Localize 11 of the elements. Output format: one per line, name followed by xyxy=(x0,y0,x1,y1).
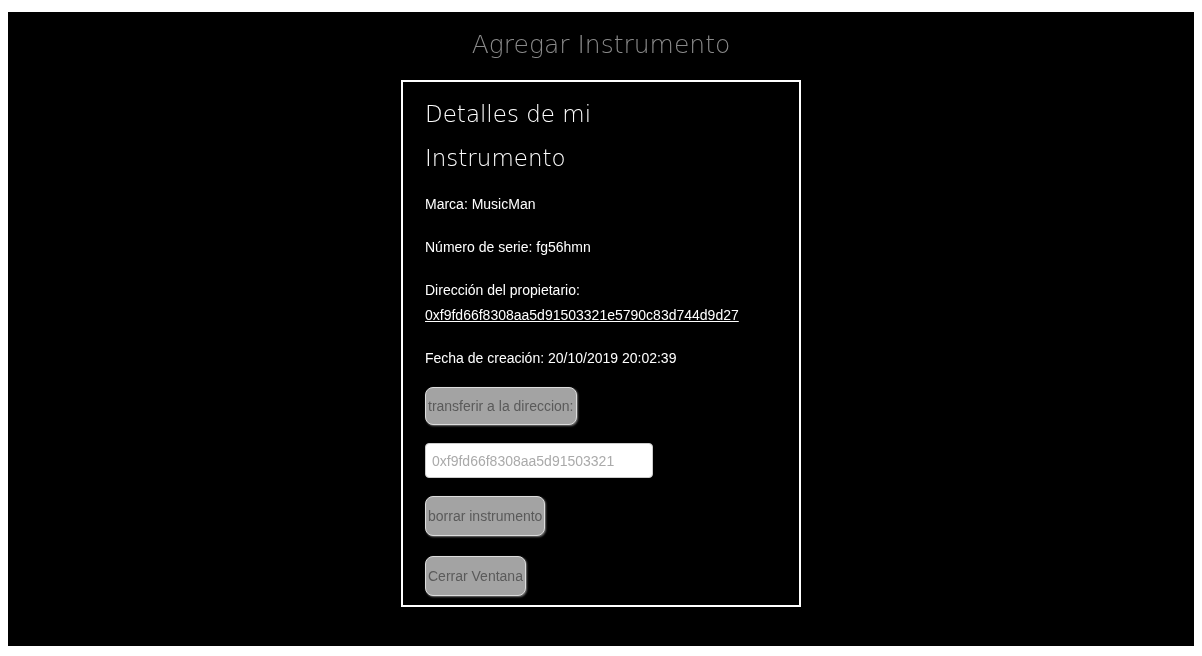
field-text: Marca: MusicMan xyxy=(425,195,537,214)
field-label: Dirección del propietario: xyxy=(425,281,581,300)
address-input[interactable]: 0xf9fd66f8308aa5d91503321 xyxy=(425,443,653,478)
owner-address-link[interactable]: 0xf9fd66f8308aa5d91503321e5790c83d744d9d27 xyxy=(425,305,739,326)
field-text: Número de serie: fg56hmn xyxy=(425,238,592,257)
card-heading: Detalles de mi Instrumento xyxy=(425,100,593,173)
transfer-button[interactable]: transferir a la direccion: xyxy=(425,387,577,425)
page-title: Agregar Instrumento xyxy=(471,29,731,61)
close-button[interactable]: Cerrar Ventana xyxy=(425,556,526,596)
field-text: Fecha de creación: 20/10/2019 20:02:39 xyxy=(425,349,678,368)
delete-button[interactable]: borrar instrumento xyxy=(425,496,546,536)
